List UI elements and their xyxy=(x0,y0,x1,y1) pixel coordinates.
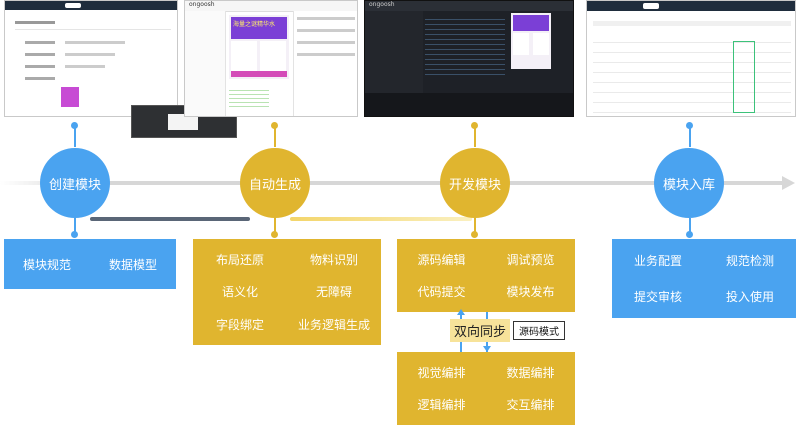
connector-dot xyxy=(471,122,478,129)
connector-dot xyxy=(471,231,478,238)
stage-create-module: 创建模块 xyxy=(40,148,110,218)
auto-generate-box: 布局还原 物料识别 语义化 无障碍 字段绑定 业务逻辑生成 xyxy=(193,239,381,345)
module-library-box: 业务配置 规范检测 提交审核 投入使用 xyxy=(612,239,796,318)
auto-banner-text: 海量之谜精华水 xyxy=(233,21,276,28)
item-module-publish: 模块发布 xyxy=(506,285,555,300)
item-debug-preview: 调试预览 xyxy=(506,252,555,267)
stage-develop-module: 开发模块 xyxy=(440,148,510,218)
dev-logo: ongoosh xyxy=(369,1,395,8)
source-mode-label: 源码模式 xyxy=(513,321,565,340)
visual-orchestration-box: 视觉编排 数据编排 逻辑编排 交互编排 xyxy=(397,352,575,425)
item-business-config: 业务配置 xyxy=(633,254,682,269)
item-semantics: 语义化 xyxy=(221,285,258,300)
arrow-up-icon xyxy=(457,309,465,315)
item-data-model: 数据模型 xyxy=(108,257,157,272)
item-module-spec: 模块规范 xyxy=(22,257,71,272)
timeline-arrow-head xyxy=(782,176,795,190)
sync-label: 双向同步 xyxy=(450,319,510,342)
item-accessibility: 无障碍 xyxy=(315,285,352,300)
item-visual-orchestration: 视觉编排 xyxy=(417,365,466,380)
connector-dot xyxy=(686,122,693,129)
screenshot-auto-generate: ongoosh 海量之谜精华水 xyxy=(184,0,358,117)
progress-bar-create xyxy=(90,217,250,221)
connector-dot xyxy=(271,231,278,238)
connector-dot xyxy=(271,122,278,129)
item-field-binding: 字段绑定 xyxy=(215,318,264,333)
auto-logo: ongoosh xyxy=(189,1,215,8)
item-submit-review: 提交审核 xyxy=(633,289,682,304)
screenshot-develop-module: ongoosh xyxy=(364,0,574,117)
screenshot-module-library xyxy=(586,0,796,117)
progress-bar-dev xyxy=(290,217,472,221)
item-source-edit: 源码编辑 xyxy=(417,252,466,267)
item-code-commit: 代码提交 xyxy=(417,285,466,300)
stage-module-library: 模块入库 xyxy=(654,148,724,218)
item-logic-orchestration: 逻辑编排 xyxy=(417,398,466,413)
screenshot-create-module xyxy=(4,0,178,117)
create-module-box: 模块规范 数据模型 xyxy=(4,239,176,289)
develop-module-box: 源码编辑 调试预览 代码提交 模块发布 xyxy=(397,239,575,312)
connector-dot xyxy=(71,231,78,238)
item-material-recognition: 物料识别 xyxy=(309,252,358,267)
stage-auto-generate: 自动生成 xyxy=(240,148,310,218)
connector-dot xyxy=(686,231,693,238)
connector-dot xyxy=(71,122,78,129)
item-interaction-orchestration: 交互编排 xyxy=(506,398,555,413)
item-data-orchestration: 数据编排 xyxy=(506,365,555,380)
item-layout-restore: 布局还原 xyxy=(215,252,264,267)
item-spec-check: 规范检测 xyxy=(725,254,774,269)
item-put-into-use: 投入使用 xyxy=(725,289,774,304)
item-business-logic: 业务逻辑生成 xyxy=(297,318,370,333)
